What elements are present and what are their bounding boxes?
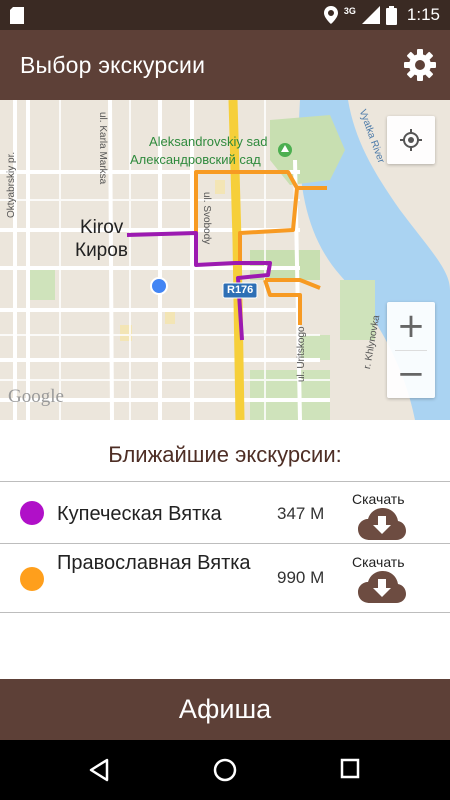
recents-icon[interactable] (340, 758, 360, 780)
label-street-uritskogo: ul. Uritskogo (296, 326, 307, 382)
zoom-out-button[interactable]: − (387, 350, 435, 398)
current-location (150, 277, 168, 295)
park-small-2 (30, 270, 55, 300)
label-park-en: Aleksandrovskiy sad (149, 134, 268, 149)
tour-color-dot (20, 567, 44, 591)
status-bar: 3G 1:15 (0, 0, 450, 30)
tour-row[interactable]: Православная Вятка 990 М Скачать (0, 543, 450, 613)
zoom-in-button[interactable]: + (387, 302, 435, 350)
my-location-button[interactable] (387, 116, 435, 164)
label-city-en: Kirov (80, 217, 124, 238)
tour-distance: 347 М (277, 504, 325, 523)
settings-gear-icon[interactable] (402, 47, 438, 83)
download-label[interactable]: Скачать (352, 491, 405, 507)
app-bar: Выбор экскурсии (0, 30, 450, 100)
location-icon (323, 6, 338, 24)
label-street-oktyabrskiy: Oktyabrskiy pr. (6, 151, 17, 218)
park-small-4 (250, 370, 330, 420)
tour-name: Купеческая Вятка (57, 503, 222, 525)
label-city-ru: Киров (75, 240, 128, 261)
label-street-karla-marksa: ul. Karla Marksa (97, 112, 108, 185)
building-1 (215, 180, 225, 194)
building-2 (165, 310, 175, 324)
my-location-icon (400, 129, 422, 151)
download-label[interactable]: Скачать (352, 554, 405, 570)
cloud-download-icon[interactable] (358, 507, 406, 541)
tour-color-dot (20, 501, 44, 525)
tour-distance: 990 М (277, 568, 325, 587)
signal-icon (361, 6, 380, 24)
tour-name: Православная Вятка (57, 552, 251, 574)
battery-icon (385, 5, 397, 25)
map-view[interactable]: Aleksandrovskiy sad Александровский сад … (0, 100, 450, 420)
home-icon[interactable] (213, 758, 237, 782)
afisha-button[interactable]: Афиша (0, 679, 450, 740)
cloud-download-icon[interactable] (358, 570, 406, 604)
clock: 1:15 (406, 5, 440, 24)
page-title: Выбор экскурсии (20, 52, 206, 78)
zoom-controls: + − (387, 302, 435, 398)
network-type: 3G (343, 6, 356, 16)
back-icon[interactable] (88, 758, 110, 782)
label-street-svobody: ul. Svobody (201, 192, 212, 245)
system-nav-bar (0, 740, 450, 800)
nearby-tours-heading: Ближайшие экскурсии: (108, 442, 342, 467)
google-logo: Google (8, 386, 64, 407)
tour-row[interactable]: Купеческая Вятка 347 М Скачать (0, 481, 450, 543)
road-sign-label: R176 (227, 284, 254, 296)
sd-card-icon (10, 7, 24, 24)
label-park-ru: Александровский сад (130, 152, 261, 167)
